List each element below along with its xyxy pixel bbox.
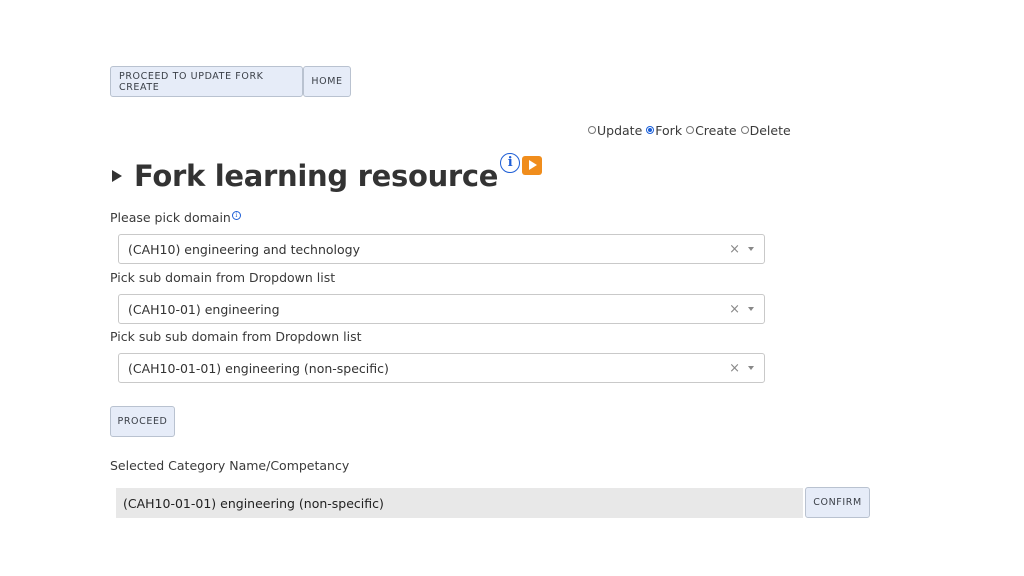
create-label: Create: [695, 122, 737, 138]
subdomain-select[interactable]: (CAH10-01) engineering ×: [118, 294, 765, 324]
subsubdomain-chevron-down-icon[interactable]: [748, 366, 754, 370]
domain-info-icon[interactable]: i: [231, 211, 241, 220]
subsubdomain-select-value: (CAH10-01-01) engineering (non-specific): [128, 360, 389, 376]
mode-create-option[interactable]: Create: [686, 123, 737, 138]
subsubdomain-label: Pick sub sub domain from Dropdown list: [110, 329, 362, 344]
info-icon[interactable]: i: [500, 153, 521, 173]
domain-label-text: Please pick domain: [110, 210, 231, 225]
update-label: Update: [597, 122, 643, 138]
mode-delete-option[interactable]: Delete: [740, 122, 791, 138]
play-video-icon[interactable]: [522, 155, 543, 175]
domain-label: Please pick domain i: [110, 210, 241, 225]
selected-category-label: Selected Category Name/Competancy: [110, 458, 350, 473]
mode-fork-option[interactable]: Fork: [646, 123, 682, 138]
subsubdomain-clear-icon[interactable]: ×: [729, 361, 740, 376]
mode-radio-group: Update Fork Create Delete: [588, 122, 795, 138]
home-button[interactable]: HOME: [303, 66, 351, 97]
selected-category-value: (CAH10-01-01) engineering (non-specific): [116, 488, 803, 518]
proceed-to-update-fork-create-button[interactable]: PROCEED TO UPDATE FORK CREATE: [110, 66, 303, 97]
domain-select-value: (CAH10) engineering and technology: [128, 241, 360, 257]
update-radio[interactable]: [588, 126, 596, 134]
create-radio[interactable]: [686, 126, 695, 134]
page-title-row: Fork learning resource i: [112, 152, 543, 200]
fork-label: Fork: [655, 122, 683, 138]
domain-chevron-down-icon[interactable]: [748, 247, 754, 251]
disclosure-triangle-icon[interactable]: [112, 170, 122, 182]
domain-select[interactable]: (CAH10) engineering and technology ×: [118, 234, 765, 264]
mode-update-option[interactable]: Update: [588, 123, 642, 138]
subdomain-label: Pick sub domain from Dropdown list: [110, 270, 336, 285]
proceed-button[interactable]: PROCEED: [110, 406, 175, 437]
subdomain-select-value: (CAH10-01) engineering: [128, 301, 280, 317]
subsubdomain-select[interactable]: (CAH10-01-01) engineering (non-specific)…: [118, 353, 765, 383]
delete-radio[interactable]: [740, 126, 749, 134]
delete-label: Delete: [749, 122, 791, 138]
subdomain-chevron-down-icon[interactable]: [748, 307, 754, 311]
domain-clear-icon[interactable]: ×: [729, 242, 740, 257]
page-title: Fork learning resource: [134, 159, 499, 193]
subdomain-clear-icon[interactable]: ×: [729, 302, 740, 317]
confirm-button[interactable]: CONFIRM: [805, 487, 870, 518]
fork-radio[interactable]: [646, 126, 655, 134]
